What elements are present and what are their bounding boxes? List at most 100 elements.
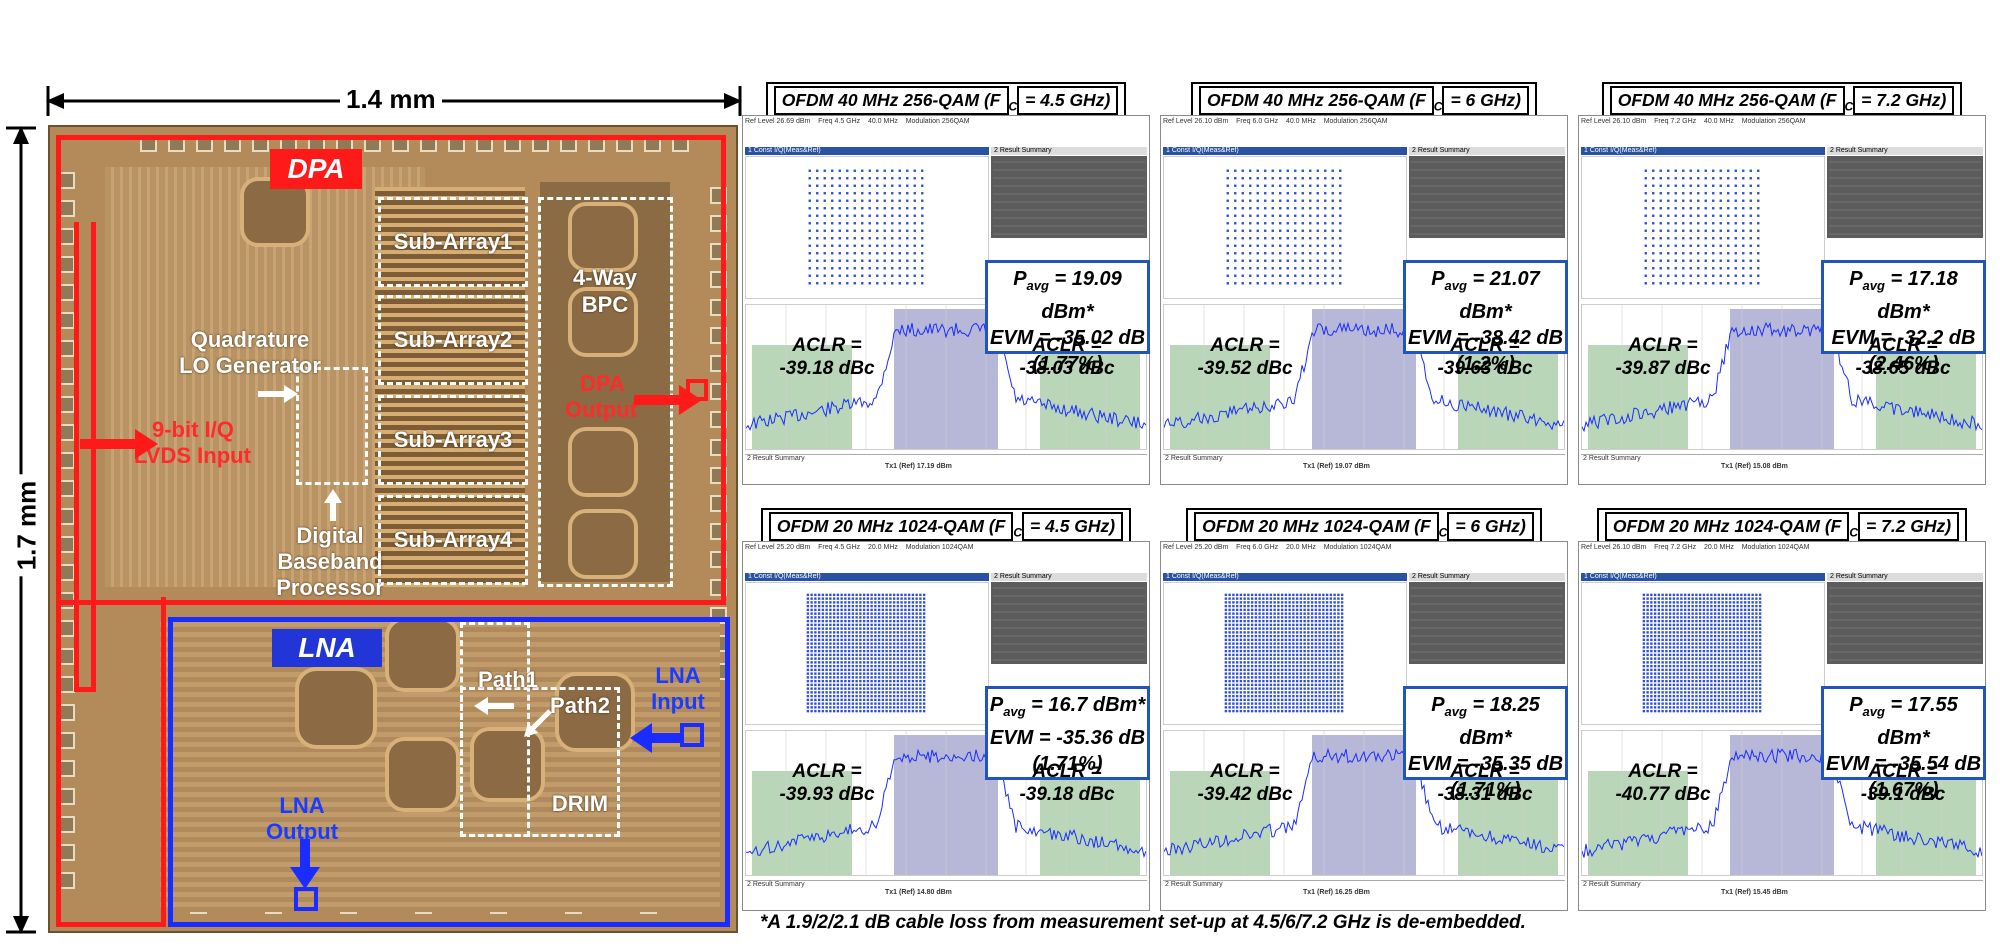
constellation-point [1262,597,1265,600]
constellation-point [1687,687,1691,690]
result-summary-rows [993,587,1145,661]
constellation-point [1303,627,1306,630]
constellation-point [836,653,840,657]
constellation-point [840,627,843,630]
constellation-point [900,668,903,672]
constellation-point [1704,244,1707,247]
constellation-point [859,608,862,612]
constellation-point [1653,706,1657,709]
constellation-point [1294,222,1297,225]
constellation-point [855,657,858,660]
constellation-point [832,616,836,619]
constellation-point [1235,649,1239,653]
constellation-point [1652,229,1655,232]
constellation-point [1277,649,1280,653]
constellation-point [907,676,911,679]
constellation-point [1665,616,1668,619]
constellation-point [1303,664,1306,668]
constellation-point [823,207,826,210]
constellation-point [810,694,813,698]
constellation-point [1337,634,1340,638]
constellation-point [1687,649,1691,653]
constellation-point [870,597,873,600]
constellation-point [1661,668,1664,672]
constellation-point [1286,222,1289,225]
constellation-point [814,694,817,698]
constellation-point [808,229,811,232]
constellation-point [1736,676,1739,679]
constellation-point [900,646,903,649]
constellation-point [900,627,903,630]
constellation-point [1292,649,1295,653]
constellation-point [1689,214,1692,217]
constellation-point [868,207,871,210]
constellation-point [1299,653,1303,657]
constellation-point [1736,593,1739,597]
constellation-point [1710,619,1713,623]
constellation-point [1742,274,1745,277]
constellation-point [1642,616,1646,619]
constellation-point [1668,709,1672,713]
constellation-point [1642,661,1646,664]
constellation-point [913,267,916,270]
constellation-point [1697,199,1700,202]
constellation-point [1262,657,1265,660]
constellation-point [1747,612,1751,615]
constellation-point [1331,169,1334,172]
constellation-point [1333,623,1336,627]
constellation-point [911,676,915,679]
constellation-point [876,169,879,172]
constellation-point [904,679,907,683]
constellation-point [1717,616,1721,619]
constellation-point [853,237,856,240]
constellation-point [881,646,885,649]
constellation-point [1691,608,1694,612]
constellation-point [1303,604,1306,608]
constellation-point [1324,244,1327,247]
constellation-point [1661,608,1664,612]
constellation-point [861,229,864,232]
constellation-point [1659,199,1662,202]
constellation-point [1695,634,1698,638]
constellation-point [1254,668,1258,672]
constellation-point [1710,706,1713,709]
constellation-point [1295,593,1299,597]
constellation-point [885,608,888,612]
constellation-point [817,664,821,668]
constellation-point [855,646,858,649]
constellation-point [817,709,821,713]
constellation-point [1232,657,1235,660]
constellation-point [1710,646,1713,649]
constellation-point [1653,634,1657,638]
constellation-point [1226,222,1229,225]
constellation-point [1668,604,1672,608]
constellation-point [1706,679,1709,683]
constellation-point [1250,709,1254,713]
constellation-point [911,691,915,694]
constellation-point [1725,683,1728,687]
constellation-point [1262,709,1265,713]
constellation-point [1661,612,1664,615]
constellation-point [1747,683,1751,687]
constellation-point [866,597,870,600]
constellation-point [1314,616,1318,619]
pavg-line: Pavg = 21.07 dBm* [1406,266,1565,325]
constellation-point [847,653,851,657]
constellation-point [1704,282,1707,285]
constellation-point [896,709,900,713]
constellation-point [921,192,924,195]
constellation-point [846,274,849,277]
constellation-point [1232,619,1235,623]
constellation-point [1706,661,1709,664]
constellation-point [1689,274,1692,277]
constellation-point [885,631,888,634]
constellation-point [1239,679,1243,683]
constellation-point [1713,687,1717,690]
constellation-point [1713,672,1717,675]
constellation-point [1292,653,1295,657]
constellation-point [1284,642,1288,645]
constellation-point [1657,593,1661,597]
constellation-point [913,199,916,202]
constellation-point [1284,706,1288,709]
constellation-point [840,619,843,623]
